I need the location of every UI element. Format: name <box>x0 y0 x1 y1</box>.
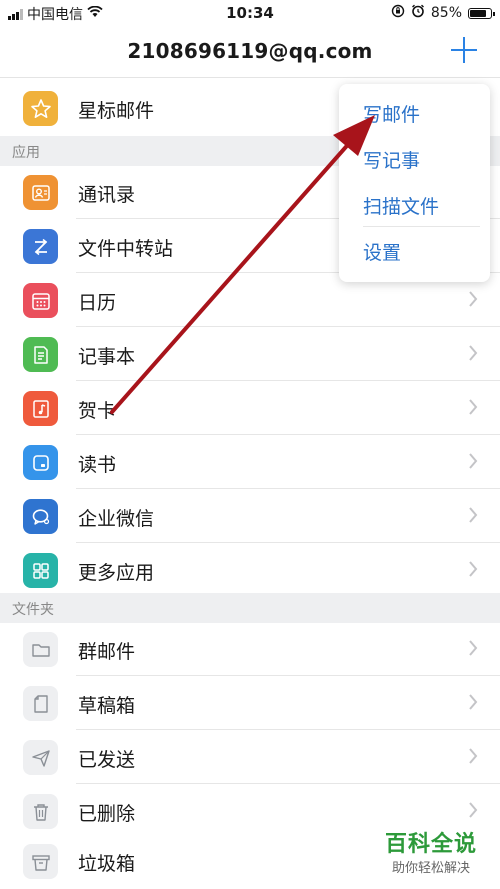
account-title[interactable]: 2108696119@qq.com <box>0 39 500 63</box>
row-divider <box>76 434 500 435</box>
battery-percent: 85% <box>430 5 462 21</box>
row-divider <box>76 542 500 543</box>
menu-item-settings[interactable]: 设置 <box>363 238 401 265</box>
plus-icon[interactable] <box>450 36 478 64</box>
app-row-reading[interactable]: 读书 <box>0 436 500 489</box>
section-folders-title: 文件夹 <box>12 602 54 618</box>
chevron-right-icon <box>468 398 478 416</box>
chevron-right-icon <box>468 639 478 657</box>
chevron-right-icon <box>468 506 478 524</box>
file-transfer-icon <box>23 229 58 264</box>
starred-mail-label: 星标邮件 <box>78 100 155 122</box>
menu-item-compose-mail[interactable]: 写邮件 <box>363 100 420 127</box>
status-right: 85% <box>391 4 495 22</box>
notepad-icon <box>23 337 58 372</box>
app-label: 通讯录 <box>78 184 136 206</box>
folder-label: 群邮件 <box>78 641 136 663</box>
folder-row-sent[interactable]: 已发送 <box>0 731 500 784</box>
more-apps-icon <box>23 553 58 588</box>
row-divider <box>76 729 500 730</box>
wecom-icon <box>23 499 58 534</box>
rotation-lock-icon <box>391 4 405 22</box>
row-divider <box>76 380 500 381</box>
folder-label: 垃圾箱 <box>78 853 136 875</box>
folder-row-drafts[interactable]: 草稿箱 <box>0 677 500 730</box>
calendar-icon <box>23 283 58 318</box>
folder-label: 草稿箱 <box>78 695 136 717</box>
chevron-right-icon <box>468 290 478 308</box>
watermark-brand: 百科全说 <box>384 832 477 857</box>
app-label: 记事本 <box>78 346 136 368</box>
app-label: 更多应用 <box>78 562 155 584</box>
folder-row-group-mail[interactable]: 群邮件 <box>0 623 500 676</box>
chevron-right-icon <box>468 801 478 819</box>
junk-icon <box>23 844 58 879</box>
status-bar: 中国电信 10:34 85% <box>0 0 500 26</box>
send-icon <box>23 740 58 775</box>
alarm-icon <box>411 4 425 22</box>
battery-fill <box>470 9 487 17</box>
app-row-notepad[interactable]: 记事本 <box>0 328 500 381</box>
row-divider <box>76 326 500 327</box>
nav-bar: 2108696119@qq.com <box>0 26 500 78</box>
trash-icon <box>23 794 58 829</box>
greeting-card-icon <box>23 391 58 426</box>
folder-label: 已发送 <box>78 749 136 771</box>
book-icon <box>23 445 58 480</box>
app-label: 文件中转站 <box>78 238 174 260</box>
app-row-greeting-card[interactable]: 贺卡 <box>0 382 500 435</box>
draft-icon <box>23 686 58 721</box>
row-divider <box>76 783 500 784</box>
menu-separator <box>363 226 480 227</box>
folder-icon <box>23 632 58 667</box>
menu-item-write-note[interactable]: 写记事 <box>363 146 420 173</box>
contacts-icon <box>23 175 58 210</box>
app-row-wecom[interactable]: 企业微信 <box>0 490 500 543</box>
battery-icon <box>468 7 495 19</box>
menu-item-scan-file[interactable]: 扫描文件 <box>363 192 439 219</box>
row-divider <box>76 675 500 676</box>
folder-label: 已删除 <box>78 803 136 825</box>
app-row-more-apps[interactable]: 更多应用 <box>0 544 500 597</box>
watermark-tagline: 助你轻松解决 <box>391 861 470 876</box>
add-popup-menu: 写邮件 写记事 扫描文件 设置 <box>339 84 490 282</box>
chevron-right-icon <box>468 344 478 362</box>
app-label: 贺卡 <box>78 400 117 422</box>
chevron-right-icon <box>468 693 478 711</box>
chevron-right-icon <box>468 560 478 578</box>
section-folders: 文件夹 <box>0 593 500 623</box>
row-divider <box>76 488 500 489</box>
chevron-right-icon <box>468 452 478 470</box>
app-label: 读书 <box>78 454 117 476</box>
section-apps-title: 应用 <box>12 145 40 161</box>
chevron-right-icon <box>468 747 478 765</box>
app-label: 企业微信 <box>78 508 155 530</box>
star-icon <box>23 91 58 126</box>
app-label: 日历 <box>78 292 117 314</box>
watermark-logo: 百科全说 助你轻松解决 <box>370 824 492 882</box>
